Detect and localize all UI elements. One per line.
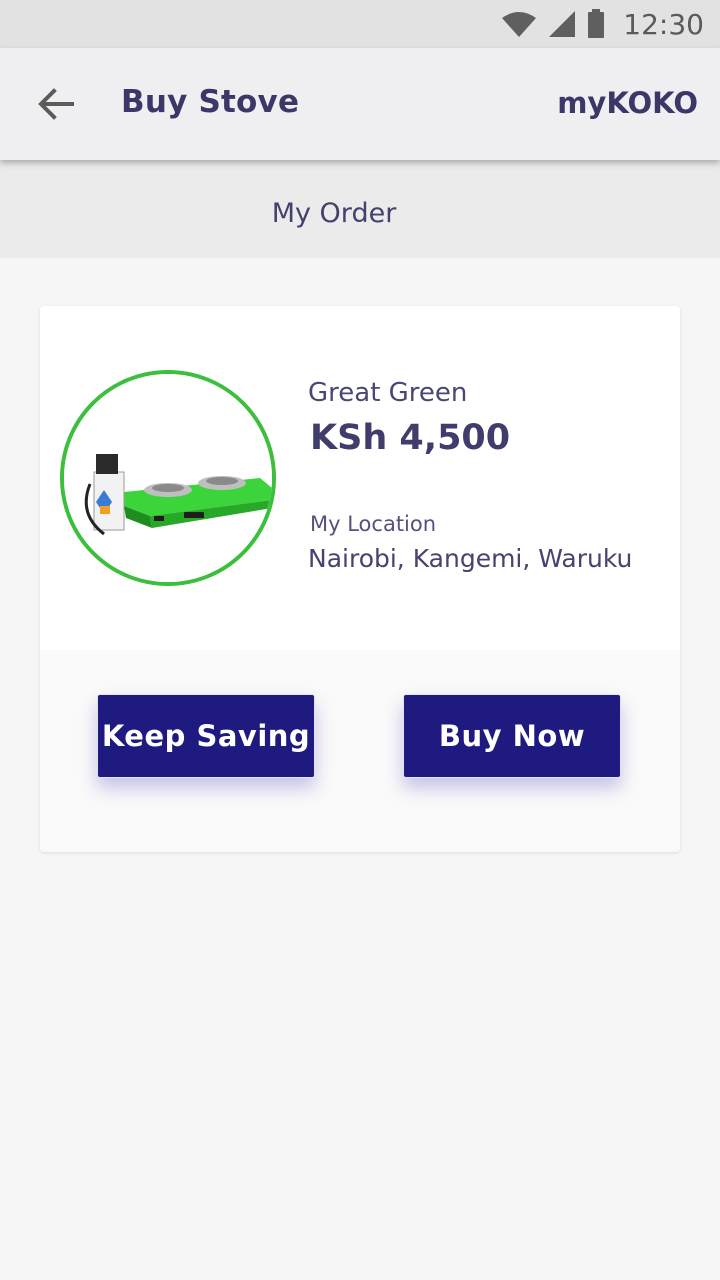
- order-summary: Great Green KSh 4,500 My Location Nairob…: [40, 306, 680, 650]
- back-button[interactable]: [30, 82, 82, 126]
- order-card: Great Green KSh 4,500 My Location Nairob…: [40, 306, 680, 852]
- signal-icon: [549, 11, 576, 37]
- product-price: KSh 4,500: [310, 418, 511, 458]
- app-bar: Buy Stove myKOKO: [0, 48, 720, 160]
- wifi-icon: [502, 12, 537, 37]
- location-label: My Location: [310, 512, 437, 536]
- stove-product-image: [60, 370, 276, 586]
- arrow-left-icon: [38, 88, 74, 120]
- section-title: My Order: [271, 198, 397, 229]
- location-value: Nairobi, Kangemi, Waruku: [308, 544, 633, 573]
- buy-now-button[interactable]: Buy Now: [403, 694, 621, 778]
- stove-illustration: [64, 374, 272, 582]
- status-icons: 12:30: [501, 8, 704, 41]
- battery-icon: [588, 9, 605, 38]
- brand-name: myKOKO: [557, 86, 698, 120]
- section-header: My Order: [0, 160, 720, 258]
- status-time: 12:30: [623, 7, 704, 41]
- product-name: Great Green: [308, 378, 468, 408]
- page-title: Buy Stove: [121, 84, 300, 120]
- keep-saving-button[interactable]: Keep Saving: [97, 694, 315, 778]
- status-bar: 12:30: [0, 0, 720, 48]
